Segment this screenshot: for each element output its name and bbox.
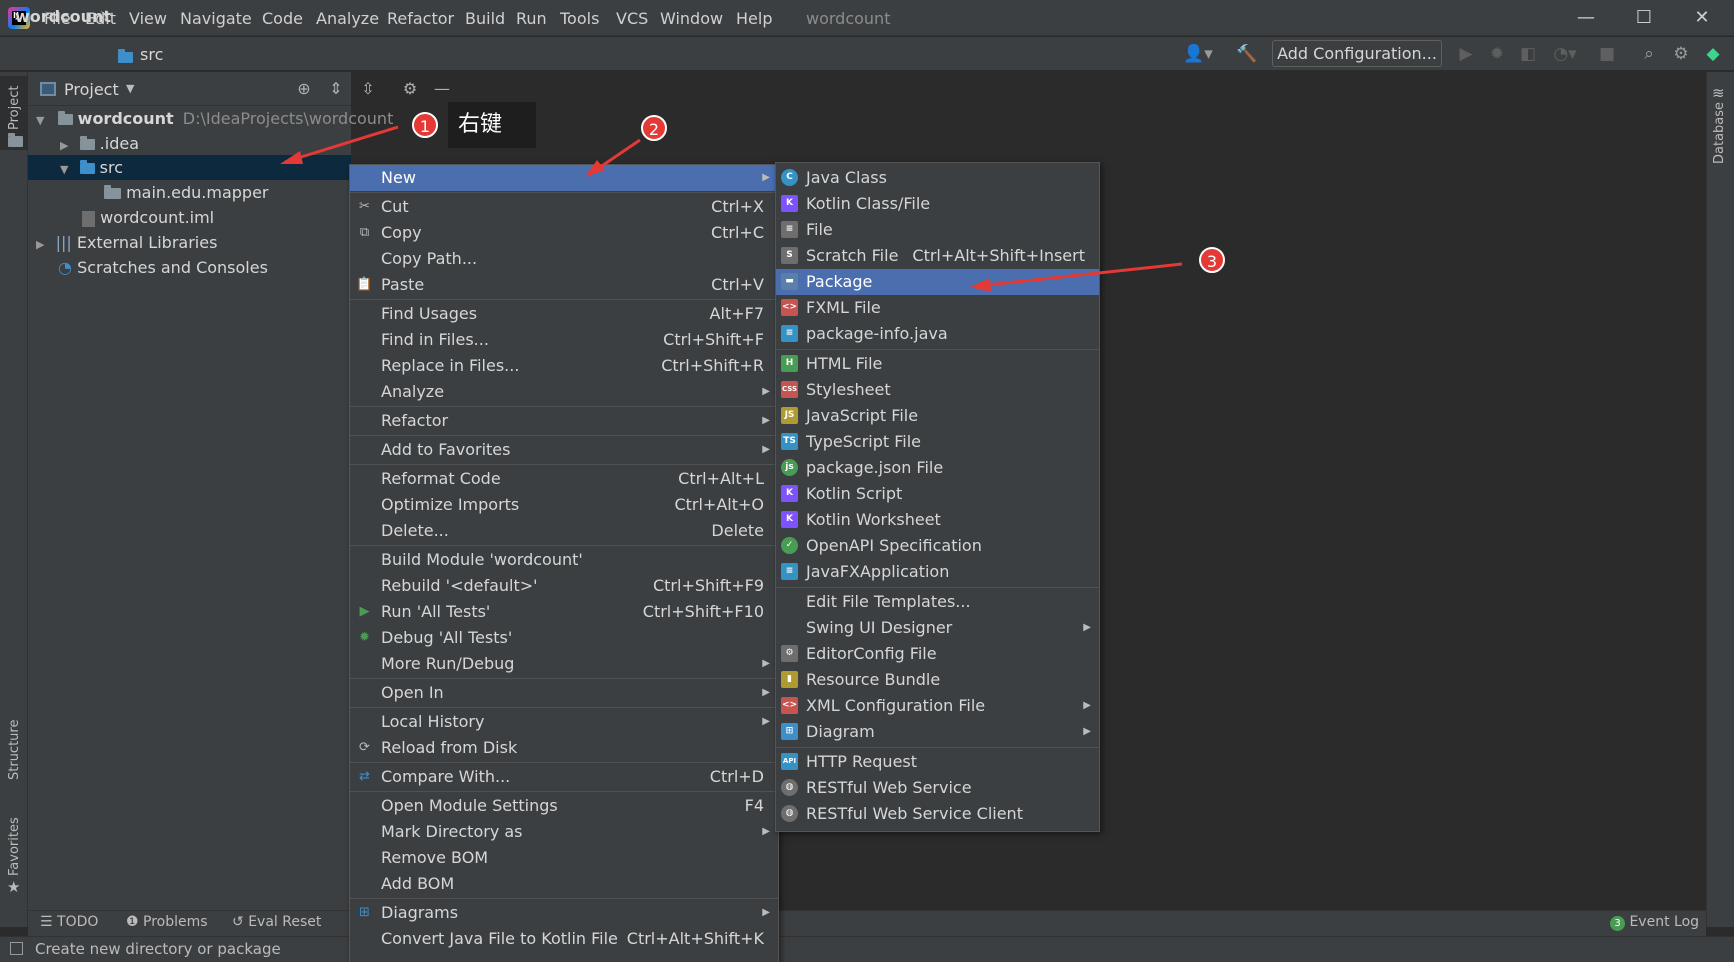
menu-help[interactable]: Help [736,9,772,28]
menu-run[interactable]: Run [516,9,547,28]
annotation-badge-3: 3 [1199,247,1225,273]
menu-tools[interactable]: Tools [560,9,599,28]
menu-analyze[interactable]: Analyze [316,9,379,28]
menu-vcs[interactable]: VCS [616,9,648,28]
menu-edit[interactable]: Edit [85,9,116,28]
menu-refactor[interactable]: Refactor [387,9,454,28]
menu-build[interactable]: Build [465,9,505,28]
menu-view[interactable]: View [129,9,167,28]
menu-code[interactable]: Code [262,9,303,28]
annotation-badge-1: 1 [412,112,438,138]
annotation-note: 右键 [448,102,536,148]
menu-navigate[interactable]: Navigate [180,9,252,28]
annotation-arrows [280,125,1183,292]
menu-window[interactable]: Window [660,9,723,28]
annotation-badge-2: 2 [641,115,667,141]
menu-file[interactable]: File [44,9,71,28]
